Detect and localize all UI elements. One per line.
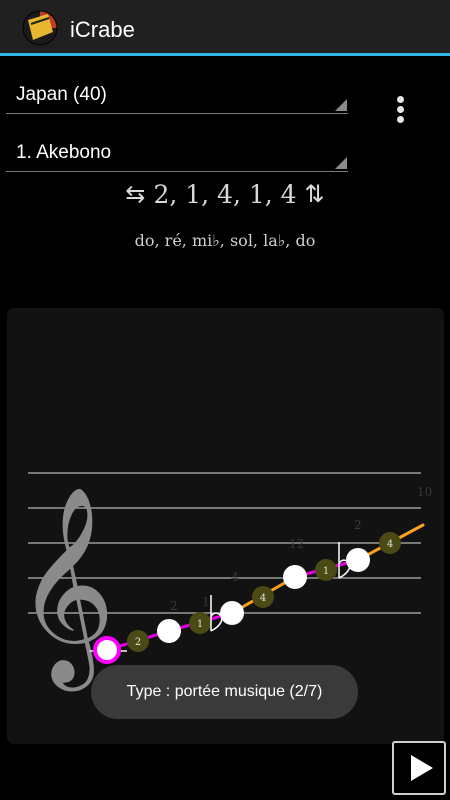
top-label: 10 (417, 485, 432, 499)
overflow-dot (397, 116, 404, 123)
top-label: 12 (289, 537, 304, 551)
app-logo-icon[interactable] (22, 10, 58, 46)
overflow-dot (397, 106, 404, 113)
country-spinner[interactable]: Japan (40) (6, 80, 348, 114)
spinner-dropdown-icon (335, 99, 347, 111)
note-names: do, ré, mi♭, sol, la♭, do (134, 231, 316, 250)
play-icon (411, 755, 433, 781)
note-head[interactable] (346, 548, 370, 572)
top-label: 2 (170, 599, 178, 613)
note-head[interactable] (157, 619, 181, 643)
overflow-vertical-icon (397, 96, 404, 103)
spinner-dropdown-icon (335, 157, 347, 169)
interval-values: 2, 1, 4, 1, 4 (153, 180, 297, 209)
interval-label: 1 (197, 619, 203, 630)
play-button[interactable] (392, 741, 446, 795)
top-label: 1 (202, 595, 210, 609)
swap-icon[interactable]: ⇆ (125, 180, 145, 208)
song-spinner[interactable]: 1. Akebono (6, 138, 348, 172)
action-bar: iCrabe (0, 0, 450, 56)
interval-label: 1 (323, 566, 329, 577)
app-root: iCrabe Japan (40) 1. Akebono ⇆ 2, 1, 4, … (0, 0, 450, 800)
top-label: 4 (231, 570, 239, 584)
note-head-selected[interactable] (93, 636, 121, 664)
note-head[interactable] (283, 565, 307, 589)
interval-label: 4 (260, 593, 266, 604)
top-label: 2 (354, 518, 362, 532)
sort-icon[interactable]: ⇅ (305, 180, 325, 208)
country-spinner-value: Japan (40) (16, 84, 107, 105)
toast-message: Type : portée musique (2/7) (91, 665, 358, 719)
note-head[interactable] (220, 601, 244, 625)
interval-sequence: ⇆ 2, 1, 4, 1, 4 ⇅ (0, 180, 450, 209)
interval-label: 4 (387, 539, 393, 550)
interval-label: 2 (135, 637, 141, 648)
overflow-menu-button[interactable] (390, 90, 412, 130)
app-title: iCrabe (70, 17, 135, 42)
song-spinner-value: 1. Akebono (16, 142, 112, 163)
